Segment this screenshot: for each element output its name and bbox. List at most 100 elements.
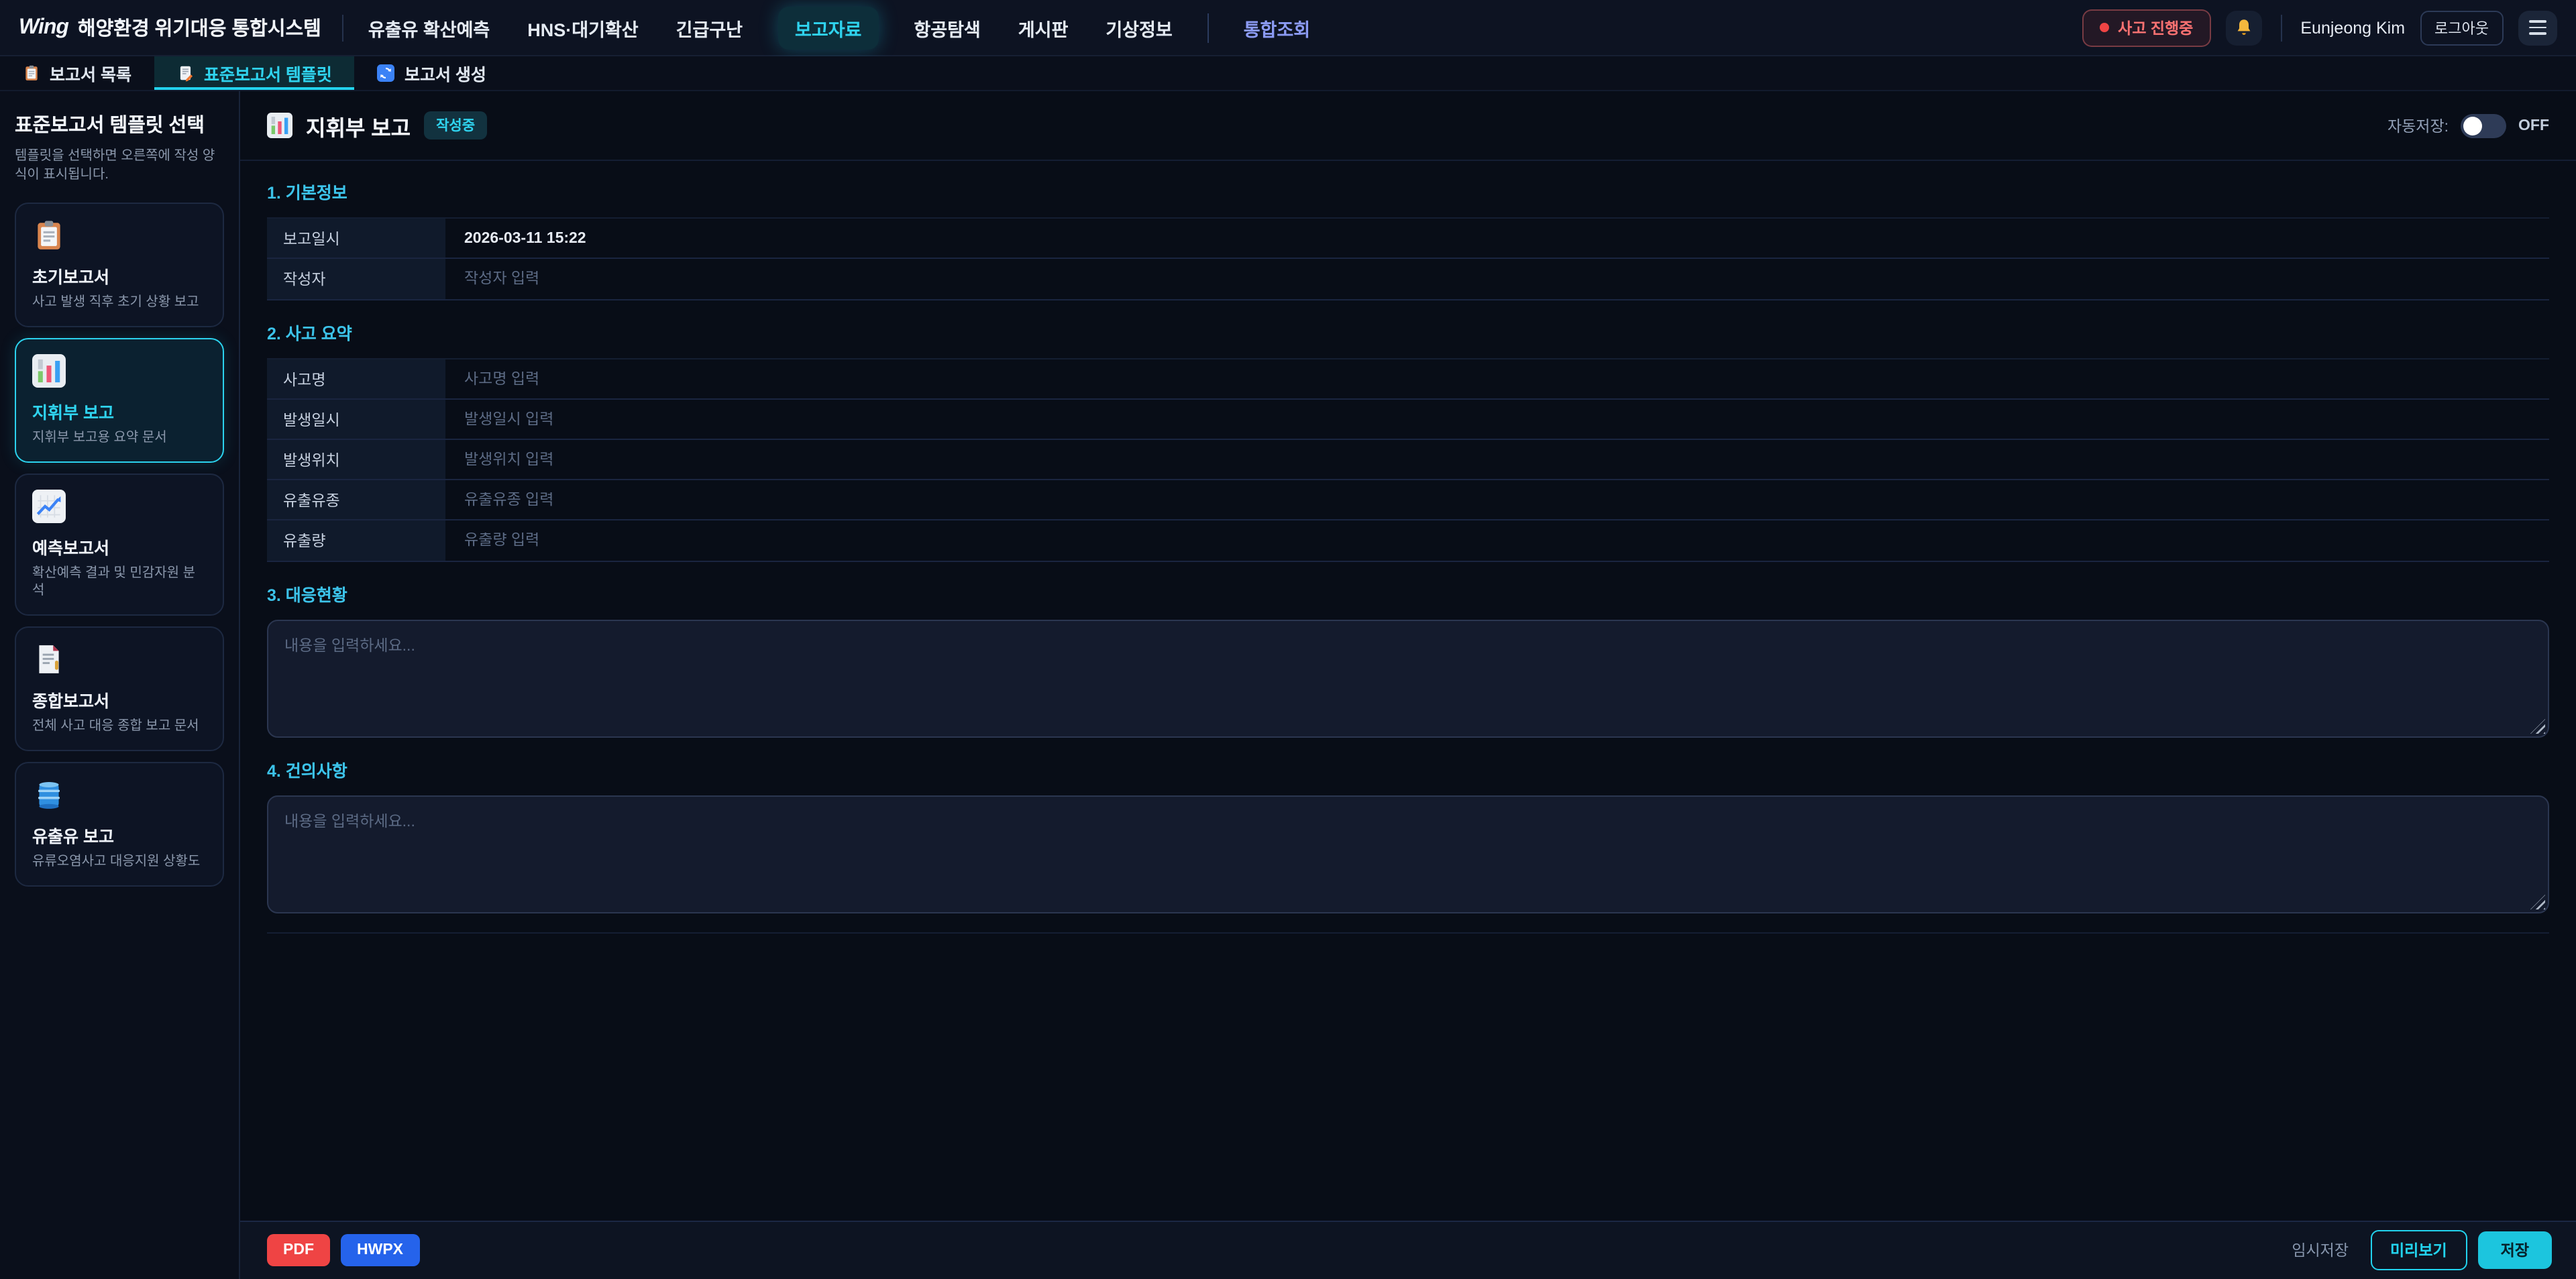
occurrence-datetime-input[interactable] xyxy=(464,411,2530,427)
tab-generate-report[interactable]: 보고서 생성 xyxy=(355,56,509,90)
bar-chart-icon xyxy=(267,113,292,138)
red-dot-icon xyxy=(2099,23,2108,32)
nav-separator xyxy=(1208,13,1209,42)
autosave-state: OFF xyxy=(2518,117,2549,133)
table-row: 사고명 xyxy=(267,359,2549,400)
table-row: 발생일시 xyxy=(267,400,2549,440)
divider xyxy=(343,14,344,41)
menu-icon xyxy=(2529,20,2546,23)
form-header: 지휘부 보고 작성중 자동저장: OFF xyxy=(240,91,2576,161)
hamburger-menu-button[interactable] xyxy=(2518,10,2557,45)
field-label: 발생일시 xyxy=(267,400,445,439)
tab-label: 보고서 목록 xyxy=(50,60,131,86)
topbar: Wing 해양환경 위기대응 통합시스템 유출유 확산예측 HNS·대기확산 긴… xyxy=(0,0,2576,56)
suggestions-field xyxy=(267,795,2549,913)
notification-button[interactable] xyxy=(2225,10,2261,45)
incident-status-label: 사고 진행중 xyxy=(2118,17,2193,38)
app-window: Wing 해양환경 위기대응 통합시스템 유출유 확산예측 HNS·대기확산 긴… xyxy=(0,0,2576,1279)
wing-logo: Wing xyxy=(19,15,68,40)
table-row: 보고일시 xyxy=(267,219,2549,259)
preview-button[interactable]: 미리보기 xyxy=(2370,1231,2467,1271)
template-desc: 확산예측 결과 및 민감자원 분석 xyxy=(32,565,207,600)
nav-item-board[interactable]: 게시판 xyxy=(1016,6,1071,49)
memo-icon xyxy=(177,64,195,82)
template-name: 유출유 보고 xyxy=(32,822,207,848)
response-status-field xyxy=(267,620,2549,738)
divider xyxy=(2280,14,2282,41)
document-icon xyxy=(32,643,66,676)
table-row: 작성자 xyxy=(267,259,2549,299)
divider xyxy=(267,932,2549,934)
autosave-label: 자동저장: xyxy=(2387,115,2449,136)
chart-up-icon xyxy=(32,490,66,523)
bar-chart-icon xyxy=(32,354,66,388)
tab-label: 표준보고서 템플릿 xyxy=(204,60,332,86)
template-card-prediction-report[interactable]: 예측보고서 확산예측 결과 및 민감자원 분석 xyxy=(15,474,224,616)
brand-title: 해양환경 위기대응 통합시스템 xyxy=(78,13,321,42)
nav-item-hns-diffusion[interactable]: HNS·대기확산 xyxy=(525,6,641,49)
incident-name-input[interactable] xyxy=(464,371,2530,387)
nav-item-reports[interactable]: 보고자료 xyxy=(777,6,879,49)
clipboard-icon xyxy=(23,64,40,82)
nav-item-weather[interactable]: 기상정보 xyxy=(1103,6,1175,49)
template-name: 예측보고서 xyxy=(32,534,207,559)
template-desc: 전체 사고 대응 종합 보고 문서 xyxy=(32,718,207,735)
tab-report-list[interactable]: 보고서 목록 xyxy=(0,56,154,90)
autosave-toggle[interactable] xyxy=(2461,113,2506,137)
tab-standard-templates[interactable]: 표준보고서 템플릿 xyxy=(154,56,355,90)
brand[interactable]: Wing 해양환경 위기대응 통합시스템 xyxy=(19,13,321,42)
template-card-command-report[interactable]: 지휘부 보고 지휘부 보고용 요약 문서 xyxy=(15,338,224,463)
template-card-comprehensive-report[interactable]: 종합보고서 전체 사고 대응 종합 보고 문서 xyxy=(15,626,224,751)
nav-item-aerial-search[interactable]: 항공탐색 xyxy=(911,6,983,49)
sidebar-subtitle: 템플릿을 선택하면 오른쪽에 작성 양식이 표시됩니다. xyxy=(15,148,224,184)
field-label: 유출유종 xyxy=(267,480,445,519)
nav-item-spill-prediction[interactable]: 유출유 확산예측 xyxy=(366,6,492,49)
refresh-icon xyxy=(378,64,395,82)
section-heading-response-status: 3. 대응현황 xyxy=(267,581,2549,606)
field-label: 작성자 xyxy=(267,259,445,299)
nav-item-integrated-search[interactable]: 통합조회 xyxy=(1241,6,1313,49)
template-desc: 사고 발생 직후 초기 상황 보고 xyxy=(32,294,207,311)
nav-item-emergency-rescue[interactable]: 긴급구난 xyxy=(674,6,745,49)
topbar-right: 사고 진행중 Eunjeong Kim 로그아웃 xyxy=(2082,9,2557,46)
logout-button[interactable]: 로그아웃 xyxy=(2420,10,2504,45)
spill-amount-input[interactable] xyxy=(464,533,2530,549)
incident-summary-table: 사고명 발생일시 발생위치 유출유종 xyxy=(267,358,2549,562)
temp-save-button[interactable]: 임시저장 xyxy=(2281,1232,2359,1270)
section-heading-incident-summary: 2. 사고 요약 xyxy=(267,319,2549,345)
template-name: 초기보고서 xyxy=(32,263,207,288)
clipboard-icon xyxy=(32,219,66,252)
field-label: 보고일시 xyxy=(267,219,445,258)
oil-type-input[interactable] xyxy=(464,492,2530,508)
report-form-panel: 지휘부 보고 작성중 자동저장: OFF 1. 기본정보 보고일시 작성자 xyxy=(240,91,2576,1279)
export-hwpx-button[interactable]: HWPX xyxy=(341,1235,419,1267)
template-card-oil-spill-report[interactable]: 유출유 보고 유류오염사고 대응지원 상황도 xyxy=(15,762,224,887)
form-title: 지휘부 보고 xyxy=(306,109,411,142)
bell-icon xyxy=(2233,17,2253,38)
template-name: 지휘부 보고 xyxy=(32,398,207,424)
form-footer: PDF HWPX 임시저장 미리보기 저장 xyxy=(240,1221,2576,1279)
user-name: Eunjeong Kim xyxy=(2300,18,2405,37)
sidebar-title: 표준보고서 템플릿 선택 xyxy=(15,110,224,138)
table-row: 유출유종 xyxy=(267,480,2549,520)
report-tabbar: 보고서 목록 표준보고서 템플릿 보고서 생성 xyxy=(0,56,2576,91)
field-label: 사고명 xyxy=(267,359,445,398)
form-body: 1. 기본정보 보고일시 작성자 2. 사고 요약 사고명 xyxy=(240,161,2576,1221)
occurrence-location-input[interactable] xyxy=(464,451,2530,467)
table-row: 발생위치 xyxy=(267,440,2549,480)
section-heading-suggestions: 4. 건의사항 xyxy=(267,757,2549,782)
report-datetime-input[interactable] xyxy=(464,230,2530,246)
main-nav: 유출유 확산예측 HNS·대기확산 긴급구난 보고자료 항공탐색 게시판 기상정… xyxy=(366,6,1313,49)
author-input[interactable] xyxy=(464,271,2530,287)
save-button[interactable]: 저장 xyxy=(2478,1232,2552,1270)
tab-label: 보고서 생성 xyxy=(405,60,486,86)
template-desc: 지휘부 보고용 요약 문서 xyxy=(32,429,207,447)
basic-info-table: 보고일시 작성자 xyxy=(267,217,2549,300)
template-card-initial-report[interactable]: 초기보고서 사고 발생 직후 초기 상황 보고 xyxy=(15,203,224,327)
section-heading-basic-info: 1. 기본정보 xyxy=(267,178,2549,204)
export-pdf-button[interactable]: PDF xyxy=(267,1235,330,1267)
response-status-textarea[interactable] xyxy=(267,620,2549,738)
suggestions-textarea[interactable] xyxy=(267,795,2549,913)
oil-drum-icon xyxy=(32,778,66,812)
template-sidebar: 표준보고서 템플릿 선택 템플릿을 선택하면 오른쪽에 작성 양식이 표시됩니다… xyxy=(0,91,240,1279)
